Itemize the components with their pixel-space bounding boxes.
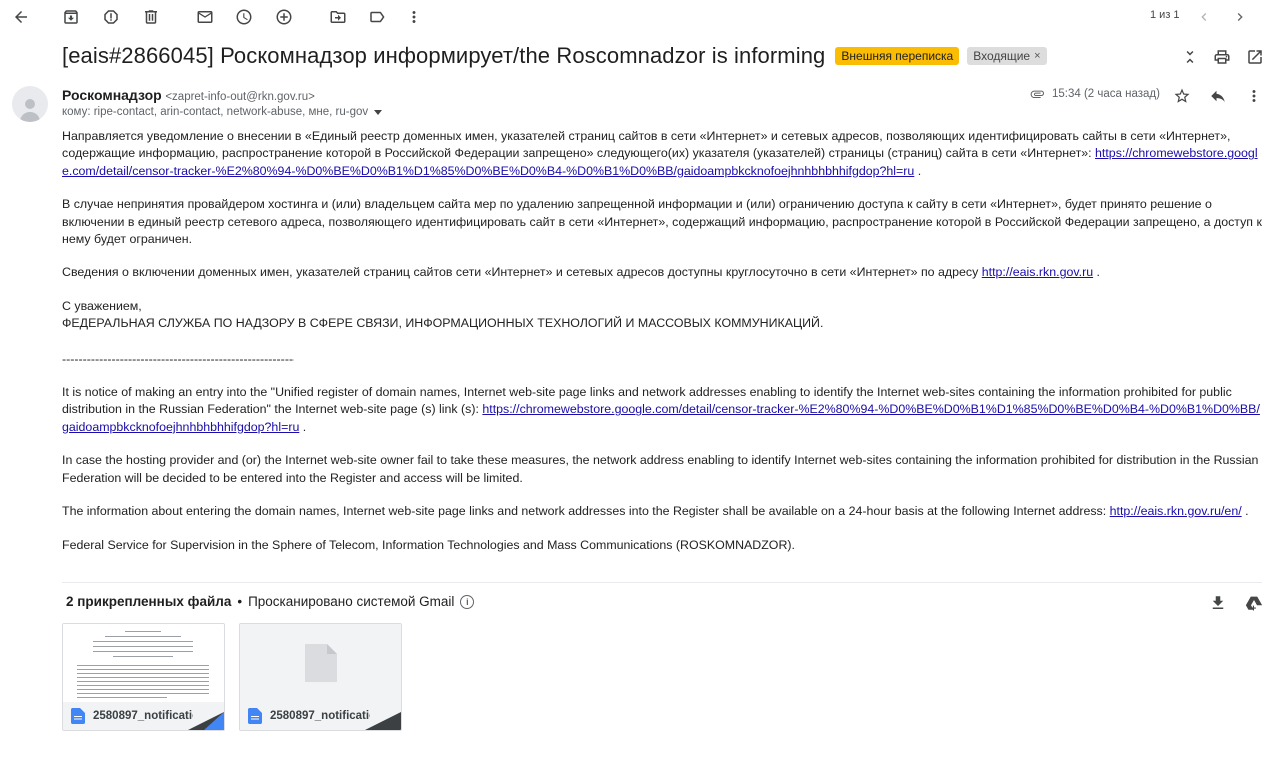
separator-dot: • <box>237 594 243 609</box>
label-icon[interactable] <box>365 5 389 29</box>
attachments-divider <box>62 582 1262 583</box>
attachment-preview <box>63 624 224 704</box>
pager-count: 1 из 1 <box>1150 9 1180 21</box>
back-arrow-icon[interactable] <box>9 5 33 29</box>
attachment-name: 2580897_notification <box>270 710 370 722</box>
add-task-icon[interactable] <box>272 5 296 29</box>
print-icon[interactable] <box>1210 45 1234 69</box>
attachment-icon <box>1030 90 1044 98</box>
document-icon <box>71 708 85 724</box>
toolbar: 1 из 1 <box>0 0 1280 34</box>
attachment-corner-accent <box>204 712 224 730</box>
body-link[interactable]: http://eais.rkn.gov.ru <box>982 265 1093 279</box>
attachment-tile[interactable]: 2580897_notification <box>239 623 402 731</box>
document-icon <box>248 708 262 724</box>
avatar[interactable] <box>12 86 48 122</box>
attachment-name: 2580897_notification <box>93 710 193 722</box>
body-paragraph: Federal Service for Supervision in the S… <box>62 537 795 552</box>
label-inbox[interactable]: Входящие × <box>967 47 1047 65</box>
label-external[interactable]: Внешняя переписка <box>835 47 960 65</box>
body-paragraph: Сведения о включении доменных имен, указ… <box>62 264 1266 281</box>
body-text: . <box>1093 265 1100 280</box>
body-text: Сведения о включении доменных имен, указ… <box>62 265 982 280</box>
attachment-corner <box>365 712 401 730</box>
scan-status: Просканировано системой Gmail <box>248 594 455 609</box>
star-icon[interactable] <box>1170 84 1194 108</box>
remove-label-icon[interactable]: × <box>1034 50 1040 62</box>
body-text: . <box>914 163 922 178</box>
message-body: Направляется уведомление о внесении в «Е… <box>62 128 1266 570</box>
body-paragraph: It is notice of making an entry into the… <box>62 384 1266 436</box>
move-to-icon[interactable] <box>326 5 350 29</box>
signature-line: ФЕДЕРАЛЬНАЯ СЛУЖБА ПО НАДЗОРУ В СФЕРЕ СВ… <box>62 316 824 331</box>
snooze-icon[interactable] <box>232 5 256 29</box>
show-details-icon[interactable] <box>374 109 383 115</box>
body-link[interactable]: http://eais.rkn.gov.ru/en/ <box>1110 504 1242 518</box>
signature: С уважением, ФЕДЕРАЛЬНАЯ СЛУЖБА ПО НАДЗОР… <box>62 298 1266 333</box>
attachments-header: 2 прикрепленных файла • Просканировано с… <box>66 594 475 609</box>
archive-icon[interactable] <box>59 5 83 29</box>
recipients-text: кому: ripe-contact, arin-contact, networ… <box>62 106 369 118</box>
body-paragraph: The information about entering the domai… <box>62 503 1266 520</box>
message-time: 15:34 (2 часа назад) <box>1052 88 1160 100</box>
sender-name[interactable]: Роскомнадзор <box>62 87 162 103</box>
message-meta: 15:34 (2 часа назад) <box>1030 88 1160 100</box>
body-paragraph: В случае непринятия провайдером хостинга… <box>62 197 1262 247</box>
report-spam-icon[interactable] <box>99 5 123 29</box>
reply-icon[interactable] <box>1206 84 1230 108</box>
attachment-tile[interactable]: 2580897_notification <box>62 623 225 731</box>
message-more-icon[interactable] <box>1242 84 1266 108</box>
body-text: The information about entering the domai… <box>62 504 1110 519</box>
subject-row: [eais#2866045] Роскомнадзор информирует/… <box>62 40 1047 72</box>
open-new-window-icon[interactable] <box>1243 45 1267 69</box>
label-inbox-text: Входящие <box>973 49 1031 63</box>
recipients-row: кому: ripe-contact, arin-contact, networ… <box>62 106 383 118</box>
sender-row: Роскомнадзор <zapret-info-out@rkn.gov.ru… <box>62 87 315 103</box>
sender-email: <zapret-info-out@rkn.gov.ru> <box>165 91 315 103</box>
body-text: Направляется уведомление о внесении в «Е… <box>62 129 1231 161</box>
more-vert-icon[interactable] <box>402 5 426 29</box>
separator-line: ----------------------------------------… <box>62 351 294 366</box>
subject-title: [eais#2866045] Роскомнадзор информирует/… <box>62 43 826 68</box>
expand-all-icon[interactable] <box>1178 45 1202 69</box>
body-text: . <box>299 419 307 434</box>
chevron-right-icon[interactable] <box>1228 5 1252 29</box>
generic-file-icon <box>305 644 337 682</box>
signature-line: С уважением, <box>62 298 142 313</box>
info-icon[interactable]: i <box>460 594 475 609</box>
body-paragraph: In case the hosting provider and (or) th… <box>62 453 1259 485</box>
body-text: . <box>1241 504 1249 519</box>
mark-unread-icon[interactable] <box>193 5 217 29</box>
chevron-left-icon[interactable] <box>1192 5 1216 29</box>
person-icon <box>20 99 40 122</box>
delete-icon[interactable] <box>139 5 163 29</box>
add-to-drive-icon[interactable] <box>1243 592 1265 614</box>
download-all-icon[interactable] <box>1207 592 1229 614</box>
attachments-count: 2 прикрепленных файла <box>66 594 232 609</box>
attachment-preview <box>240 624 401 704</box>
body-paragraph: Направляется уведомление о внесении в «Е… <box>62 128 1266 180</box>
